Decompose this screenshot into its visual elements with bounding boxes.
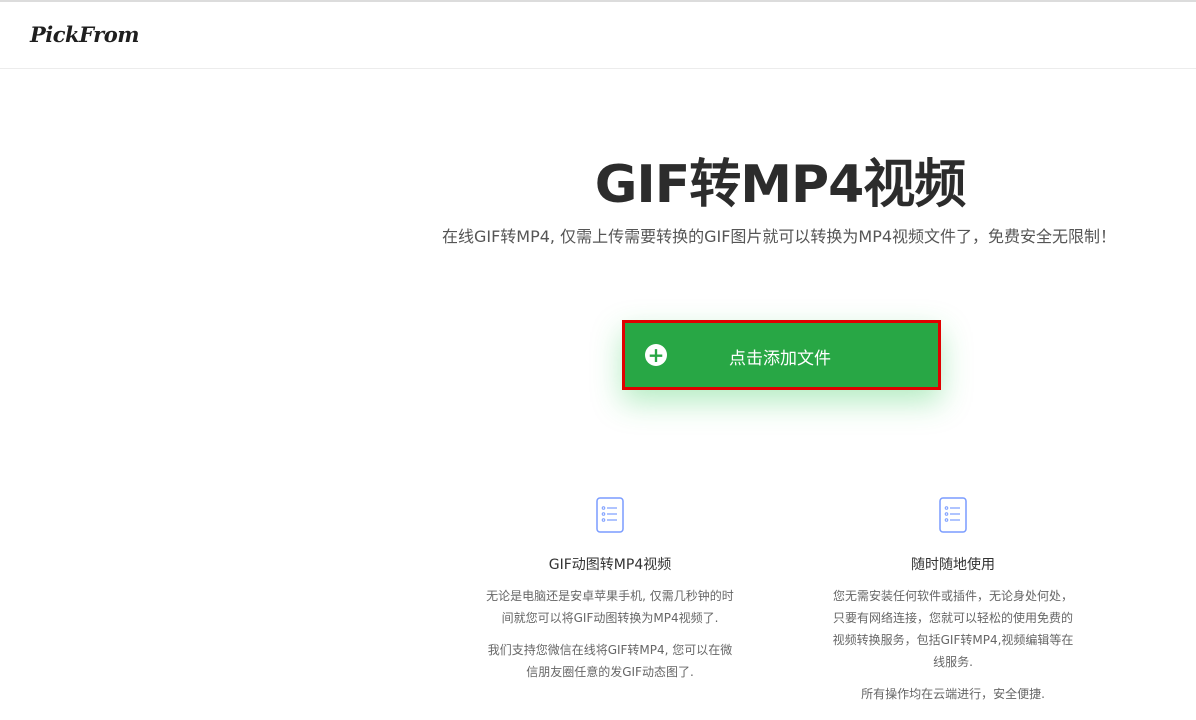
feature-line: 我们支持您微信在线将GIF转MP4, 您可以在微 — [487, 643, 733, 657]
page-subtitle: 在线GIF转MP4, 仅需上传需要转换的GIF图片就可以转换为MP4视频文件了，… — [441, 227, 1117, 246]
feature-gif-to-mp4: GIF动图转MP4视频 无论是电脑还是安卓苹果手机, 仅需几秒钟的时 间就您可以… — [462, 497, 758, 683]
feature-line: 线服务. — [933, 655, 973, 669]
feature-title: 随时随地使用 — [911, 557, 995, 573]
feature-line: 无论是电脑还是安卓苹果手机, 仅需几秒钟的时 — [486, 589, 734, 603]
site-logo[interactable]: PickFrom — [30, 22, 139, 47]
site-header: PickFrom — [0, 2, 1196, 69]
plus-circle-icon: + — [645, 344, 667, 366]
feature-paragraph: 所有操作均在云端进行，安全便捷. — [805, 683, 1101, 705]
feature-line: 视频转换服务，包括GIF转MP4,视频编辑等在 — [832, 633, 1074, 647]
add-file-label: 点击添加文件 — [729, 349, 831, 369]
feature-paragraph: 无论是电脑还是安卓苹果手机, 仅需几秒钟的时 间就您可以将GIF动图转换为MP4… — [462, 585, 758, 629]
feature-line: 间就您可以将GIF动图转换为MP4视频了. — [501, 611, 719, 625]
feature-title: GIF动图转MP4视频 — [548, 557, 672, 573]
feature-use-anywhere: 随时随地使用 您无需安装任何软件或插件，无论身处何处， 只要有网络连接，您就可以… — [805, 497, 1101, 705]
feature-line: 只要有网络连接，您就可以轻松的使用免费的 — [832, 611, 1073, 625]
document-list-icon — [939, 497, 967, 533]
feature-line: 信朋友圈任意的发GIF动态图了. — [526, 665, 694, 679]
add-file-button[interactable]: + 点击添加文件 — [622, 320, 941, 390]
feature-line: 所有操作均在云端进行，安全便捷. — [861, 687, 1045, 701]
feature-paragraph: 我们支持您微信在线将GIF转MP4, 您可以在微 信朋友圈任意的发GIF动态图了… — [462, 639, 758, 683]
feature-paragraph: 您无需安装任何软件或插件，无论身处何处， 只要有网络连接，您就可以轻松的使用免费… — [805, 585, 1101, 673]
document-list-icon — [596, 497, 624, 533]
page-title: GIF转MP4视频 — [594, 155, 967, 215]
feature-line: 您无需安装任何软件或插件，无论身处何处， — [832, 589, 1073, 603]
